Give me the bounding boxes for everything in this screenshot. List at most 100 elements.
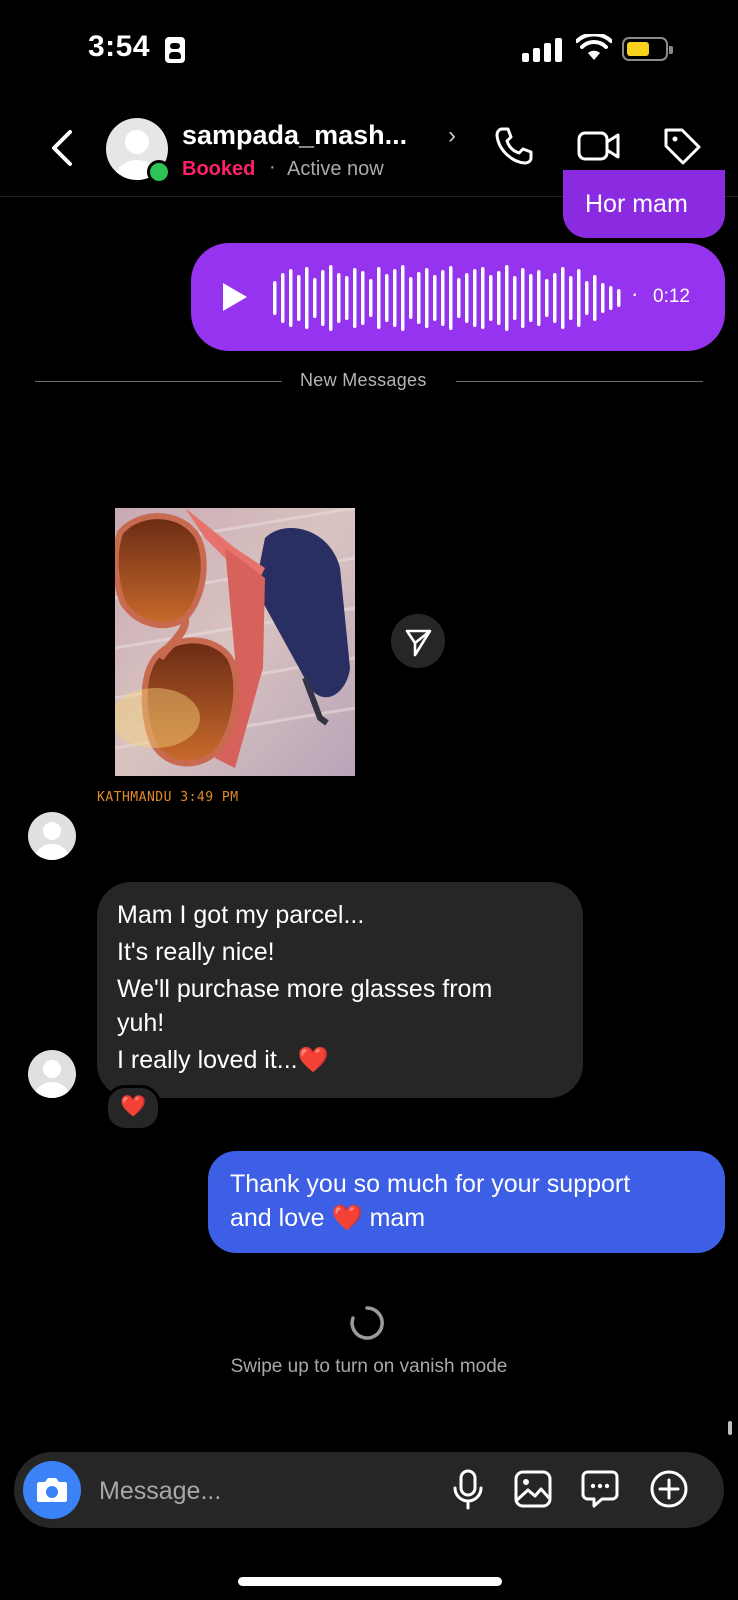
waveform-bar bbox=[385, 274, 389, 322]
message-line: Mam I got my parcel... bbox=[117, 901, 365, 929]
waveform-bar bbox=[569, 276, 573, 320]
waveform-bar bbox=[273, 281, 277, 315]
voice-message-bubble[interactable]: · 0:12 bbox=[191, 243, 725, 351]
waveform-bar bbox=[545, 279, 549, 317]
waveform-bar bbox=[473, 269, 477, 327]
gallery-icon[interactable] bbox=[513, 1468, 553, 1510]
tag-icon[interactable] bbox=[660, 124, 704, 168]
message-line-wrap: and love ❤️ mam bbox=[230, 1201, 425, 1235]
audio-waveform bbox=[273, 265, 621, 331]
microphone-icon[interactable] bbox=[448, 1468, 488, 1510]
waveform-bar bbox=[353, 268, 357, 328]
camera-button[interactable] bbox=[23, 1461, 81, 1519]
waveform-bar bbox=[321, 270, 325, 326]
waveform-bar bbox=[529, 274, 533, 322]
active-status: Active now bbox=[287, 158, 384, 180]
message-text: Hor mam bbox=[585, 190, 688, 218]
message-line: and love bbox=[230, 1204, 325, 1232]
waveform-bar bbox=[457, 278, 461, 318]
waveform-bar bbox=[345, 276, 349, 320]
message-line-wrap: I really loved it...❤️ bbox=[117, 1043, 329, 1077]
waveform-bar bbox=[305, 267, 309, 329]
waveform-bar bbox=[425, 268, 429, 328]
message-line: mam bbox=[369, 1204, 426, 1232]
sunglasses-photo-image bbox=[115, 508, 355, 776]
message-input[interactable] bbox=[97, 1470, 431, 1512]
waveform-bar bbox=[513, 276, 517, 320]
chevron-right-icon[interactable]: › bbox=[448, 122, 456, 150]
phone-icon[interactable] bbox=[492, 124, 536, 168]
battery-icon bbox=[622, 37, 673, 61]
waveform-bar bbox=[465, 273, 469, 323]
online-status-dot bbox=[147, 160, 171, 184]
waveform-bar bbox=[609, 286, 613, 310]
waveform-bar bbox=[409, 277, 413, 319]
heart-emoji: ❤️ bbox=[331, 1204, 363, 1232]
message-line: It's really nice! bbox=[117, 938, 275, 966]
waveform-bar bbox=[577, 269, 581, 327]
waveform-bar bbox=[601, 283, 605, 313]
waveform-bar bbox=[489, 275, 493, 321]
sender-avatar[interactable] bbox=[28, 1050, 76, 1098]
vanish-mode-hint: Swipe up to turn on vanish mode bbox=[230, 1356, 508, 1377]
waveform-bar bbox=[521, 268, 525, 328]
separator-dot: · bbox=[269, 156, 276, 178]
message-line: We'll purchase more glasses from bbox=[117, 975, 493, 1003]
voice-duration: 0:12 bbox=[653, 286, 690, 307]
default-avatar-icon bbox=[34, 822, 70, 860]
message-line: I really loved it... bbox=[117, 1046, 298, 1074]
waveform-bar bbox=[537, 270, 541, 326]
waveform-bar bbox=[481, 267, 485, 329]
divider-line bbox=[35, 381, 282, 382]
booked-label: Booked bbox=[182, 158, 256, 180]
message-line: Thank you so much for your support bbox=[230, 1170, 631, 1198]
waveform-bar bbox=[337, 273, 341, 323]
share-send-icon[interactable] bbox=[391, 614, 445, 668]
waveform-bar bbox=[617, 289, 621, 307]
cellular-signal-icon bbox=[522, 38, 564, 62]
new-messages-divider: New Messages bbox=[300, 370, 427, 390]
waveform-bar bbox=[289, 269, 293, 327]
waveform-bar bbox=[585, 281, 589, 315]
heart-emoji: ❤️ bbox=[297, 1046, 329, 1074]
waveform-bar bbox=[449, 266, 453, 330]
plus-icon[interactable] bbox=[649, 1468, 689, 1510]
scrollbar[interactable] bbox=[728, 1421, 732, 1435]
sender-avatar[interactable] bbox=[28, 812, 76, 860]
waveform-bar bbox=[561, 267, 565, 329]
sent-message-bubble[interactable]: Thank you so much for your support and l… bbox=[208, 1151, 725, 1253]
home-indicator[interactable] bbox=[238, 1577, 502, 1586]
message-line: yuh! bbox=[117, 1009, 165, 1037]
waveform-bar bbox=[313, 278, 317, 318]
play-icon[interactable] bbox=[223, 283, 247, 311]
waveform-bar bbox=[401, 265, 405, 331]
waveform-bar bbox=[433, 275, 437, 321]
waveform-bar bbox=[377, 267, 381, 329]
shared-photo[interactable] bbox=[115, 508, 355, 776]
divider-line bbox=[456, 381, 703, 382]
sim-card-icon bbox=[165, 37, 185, 63]
waveform-bar bbox=[441, 270, 445, 326]
waveform-bar bbox=[553, 273, 557, 323]
waveform-bar bbox=[417, 272, 421, 324]
waveform-bar bbox=[361, 271, 365, 325]
message-reaction[interactable]: ❤️ bbox=[105, 1085, 161, 1131]
video-camera-icon[interactable] bbox=[576, 124, 622, 168]
sent-message-bubble[interactable]: Hor mam bbox=[563, 170, 725, 238]
waveform-bar bbox=[393, 269, 397, 327]
camera-icon bbox=[37, 1478, 67, 1502]
wifi-icon bbox=[576, 34, 612, 60]
waveform-bar bbox=[297, 275, 301, 321]
waveform-bar bbox=[497, 271, 501, 325]
waveform-bar bbox=[329, 265, 333, 331]
status-time: 3:54 bbox=[88, 30, 151, 63]
back-arrow-icon[interactable] bbox=[48, 128, 78, 168]
photo-location-stamp: KATHMANDU 3:49 PM bbox=[97, 790, 239, 805]
received-message-bubble[interactable]: Mam I got my parcel... It's really nice!… bbox=[97, 882, 583, 1098]
waveform-bar bbox=[593, 275, 597, 321]
sticker-chat-icon[interactable] bbox=[580, 1468, 620, 1510]
heart-reaction-emoji: ❤️ bbox=[120, 1095, 147, 1118]
waveform-bar bbox=[505, 265, 509, 331]
loading-spinner-icon bbox=[350, 1306, 384, 1340]
contact-username[interactable]: sampada_mash... bbox=[182, 120, 407, 151]
